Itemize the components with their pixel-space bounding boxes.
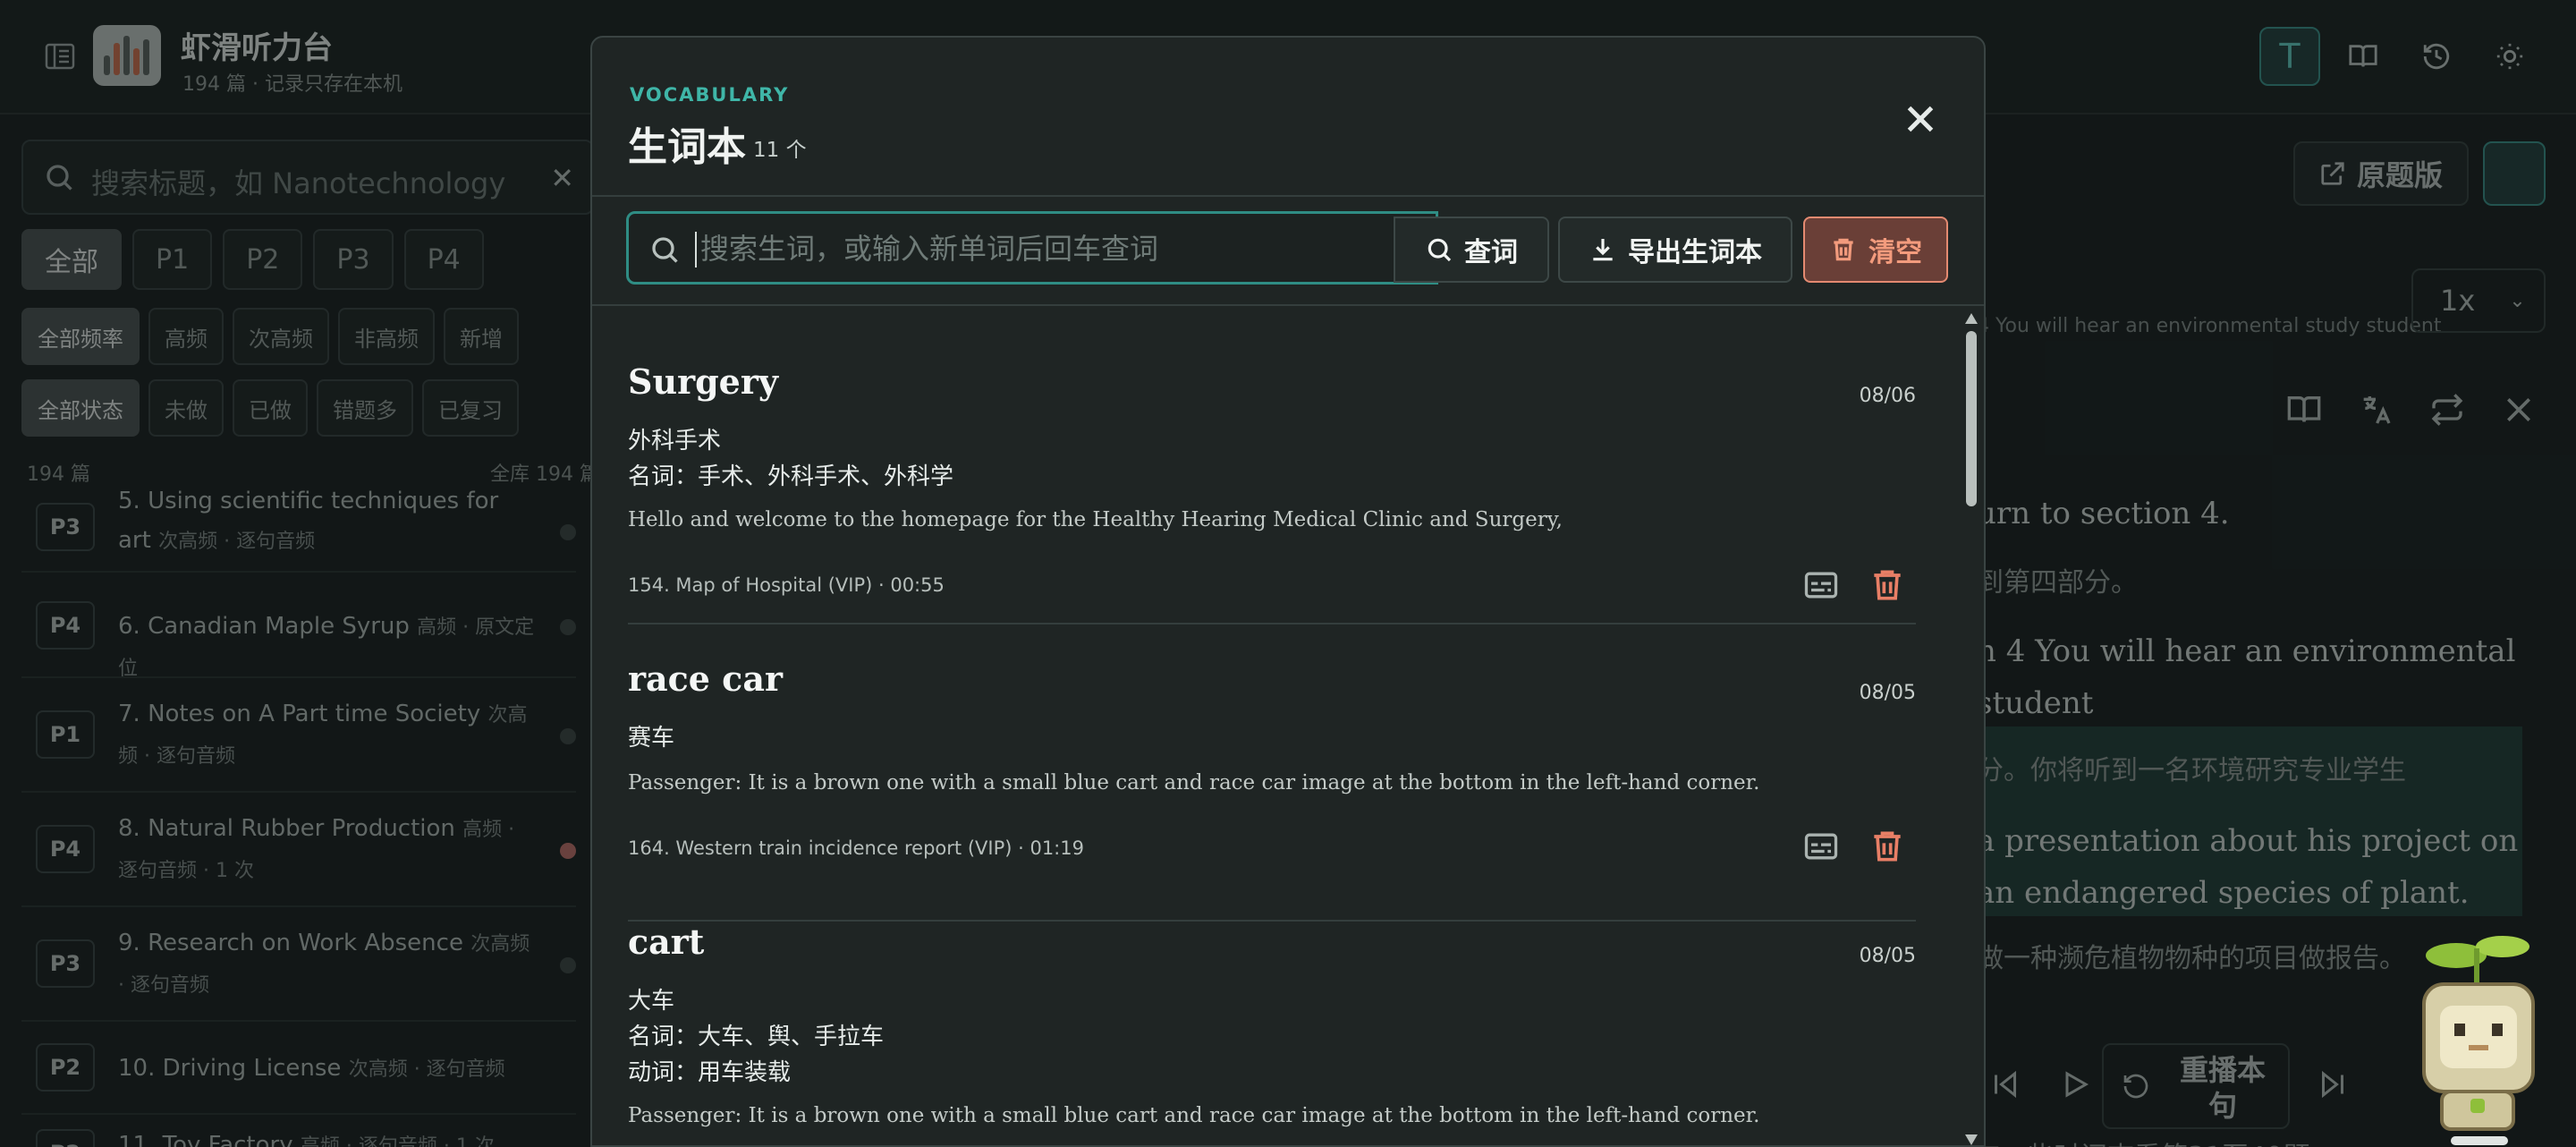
close-icon[interactable] <box>1898 97 1943 141</box>
entry-definition: 名词：手术、外科手术、外科学 <box>628 463 954 490</box>
scroll-up-arrow[interactable] <box>1965 313 1978 324</box>
search-icon <box>652 237 678 263</box>
entry-definition: 名词：大车、舆、手拉车 <box>628 1024 885 1050</box>
subtitle-icon[interactable] <box>1801 827 1841 866</box>
vocabulary-entry: cart 08/05 大车 名词：大车、舆、手拉车 动词：用车装载 Passen… <box>628 922 1916 1145</box>
entry-date: 08/06 <box>1859 385 1916 407</box>
modal-kicker: VOCABULARY <box>630 84 790 106</box>
entry-date: 08/05 <box>1859 945 1916 967</box>
export-label: 导出生词本 <box>1628 237 1762 268</box>
clear-label: 清空 <box>1868 237 1922 268</box>
vocabulary-scrollbar[interactable] <box>1962 310 1980 1145</box>
entry-definition: 赛车 <box>628 725 675 752</box>
lookup-button[interactable]: 查词 <box>1394 217 1549 283</box>
vocabulary-entry: Surgery 08/06 外科手术 名词：手术、外科手术、外科学 Hello … <box>628 361 1916 624</box>
lookup-label: 查词 <box>1464 237 1518 268</box>
vocabulary-search-input[interactable] <box>700 223 1416 275</box>
subtitle-icon[interactable] <box>1801 565 1841 605</box>
entry-source: 164. Western train incidence report (VIP… <box>628 837 1084 859</box>
vocabulary-list: Surgery 08/06 外科手术 名词：手术、外科手术、外科学 Hello … <box>592 306 1984 1145</box>
entry-example: Passenger: It is a brown one with a smal… <box>628 771 1760 794</box>
entry-definition: 外科手术 <box>628 428 722 455</box>
modal-title: 生词本 <box>628 124 746 170</box>
trash-icon[interactable] <box>1868 827 1907 866</box>
entry-definition: 动词：用车装载 <box>628 1059 792 1086</box>
download-icon <box>1593 239 1613 261</box>
trash-icon <box>1834 238 1853 261</box>
mascot-sprout-icon[interactable] <box>2415 930 2540 1147</box>
trash-icon[interactable] <box>1868 565 1907 605</box>
entry-word: race car <box>628 658 783 699</box>
text-caret <box>695 232 697 268</box>
entry-word: Surgery <box>628 361 778 402</box>
entry-source: 154. Map of Hospital (VIP) · 00:55 <box>628 574 945 596</box>
entry-example: Hello and welcome to the homepage for th… <box>628 508 1563 531</box>
entry-example: Passenger: It is a brown one with a smal… <box>628 1104 1760 1127</box>
search-icon <box>1428 238 1452 262</box>
clear-vocabulary-button[interactable]: 清空 <box>1803 217 1948 283</box>
export-vocabulary-button[interactable]: 导出生词本 <box>1558 217 1792 283</box>
vocabulary-entry: race car 08/05 赛车 Passenger: It is a bro… <box>628 658 1916 922</box>
entry-word: cart <box>628 922 705 962</box>
entry-definition: 大车 <box>628 988 675 1015</box>
vocabulary-count: 11 个 <box>753 139 807 162</box>
scrollbar-thumb[interactable] <box>1966 331 1977 506</box>
entry-date: 08/05 <box>1859 682 1916 704</box>
vocabulary-modal: VOCABULARY 生词本 11 个 查词 导出生词本 清空 Surgery … <box>590 36 1986 1147</box>
header-divider <box>592 195 1984 197</box>
scroll-down-arrow[interactable] <box>1965 1134 1978 1145</box>
vocabulary-search <box>626 211 1438 285</box>
